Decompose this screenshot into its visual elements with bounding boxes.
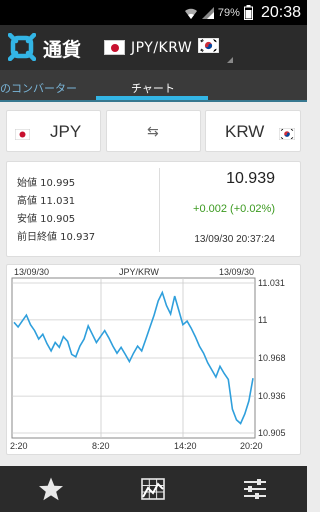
x-tick-label: 2:20: [10, 441, 28, 451]
favorites-button[interactable]: [0, 466, 102, 512]
app-logo-icon[interactable]: [7, 32, 37, 62]
info-divider: [159, 168, 160, 252]
open-price: 始値 10.995: [17, 178, 76, 189]
wifi-icon: [184, 6, 198, 20]
high-price: 高値 11.031: [17, 196, 76, 207]
chart-view-button[interactable]: [102, 466, 204, 512]
swap-icon: ⇆: [147, 124, 159, 140]
y-tick-label: 10.968: [258, 353, 286, 363]
signal-icon: [201, 6, 214, 20]
to-currency-button[interactable]: KRW: [205, 110, 301, 152]
chart-grid-icon: [141, 478, 165, 500]
previous-close: 前日終値 10.937: [17, 232, 96, 243]
y-tick-label: 10.905: [258, 428, 286, 438]
y-tick-label: 11.031: [258, 278, 285, 288]
sliders-icon: [244, 479, 266, 499]
currency-pair-spinner[interactable]: JPY/KRW: [104, 34, 220, 61]
chart-date-right: 13/09/30: [219, 267, 254, 277]
action-bar: 通貨 JPY/KRW: [0, 25, 307, 70]
japan-flag-icon: [104, 40, 125, 55]
from-currency-button[interactable]: JPY: [6, 110, 101, 152]
battery-percent: 79%: [217, 6, 240, 19]
bottom-action-bar: [0, 466, 307, 512]
x-tick-label: 14:20: [174, 441, 197, 451]
battery-icon: [243, 5, 253, 20]
rate-timestamp: 13/09/30 20:37:24: [194, 234, 275, 245]
korea-flag-icon: [197, 37, 220, 57]
clock: 20:38: [260, 3, 301, 21]
line-chart: 13/09/30 JPY/KRW 13/09/30 11.031 11 10.968…: [10, 267, 286, 451]
low-price: 安値 10.905: [17, 214, 76, 225]
swap-currencies-button[interactable]: ⇆: [106, 110, 201, 152]
tab-bar-underline: [0, 100, 307, 102]
y-tick-label: 10.936: [258, 391, 286, 401]
rate-change: +0.002 (+0.02%): [193, 203, 275, 215]
from-currency-code: JPY: [50, 122, 82, 141]
y-tick-label: 11: [258, 315, 267, 325]
japan-flag-icon: [14, 125, 31, 144]
x-tick-label: 20:20: [240, 441, 263, 451]
star-icon: [39, 477, 63, 501]
chart-date-left: 13/09/30: [14, 267, 49, 277]
to-currency-code: KRW: [225, 122, 265, 141]
settings-button[interactable]: [204, 466, 306, 512]
current-rate: 10.939: [226, 170, 275, 187]
tab-converter[interactable]: のコンバーター: [0, 80, 77, 96]
app-title: 通貨: [43, 39, 82, 61]
rate-info-card: 始値 10.995 高値 11.031 安値 10.905 前日終値 10.93…: [6, 161, 301, 257]
y-axis-ticks: 11.031 11 10.968 10.936 10.905: [258, 278, 286, 438]
chart-pair-label: JPY/KRW: [119, 267, 159, 277]
korea-flag-icon: [278, 125, 296, 144]
spinner-dropdown-indicator: [227, 57, 233, 63]
x-axis-ticks: 2:20 8:20 14:20 20:20: [10, 441, 263, 451]
status-bar: 79% 20:38: [0, 0, 307, 25]
pair-spinner-label: JPY/KRW: [131, 39, 193, 56]
rate-chart[interactable]: 13/09/30 JPY/KRW 13/09/30 11.031 11 10.968…: [6, 264, 301, 455]
x-tick-label: 8:20: [92, 441, 110, 451]
tab-chart[interactable]: チャート: [131, 80, 175, 96]
